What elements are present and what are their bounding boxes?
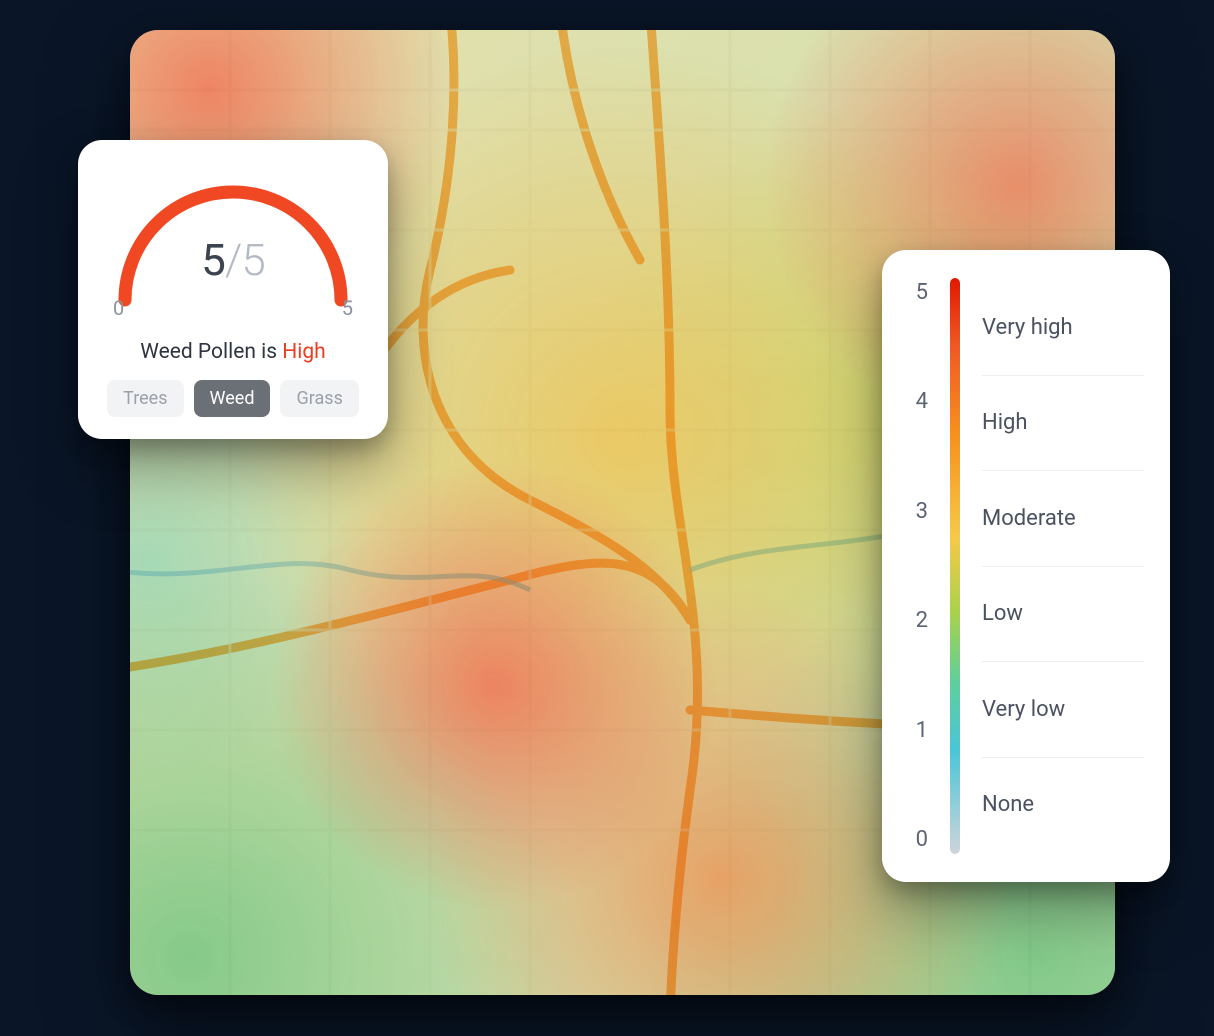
legend-labels: Very high High Moderate Low Very low Non…: [982, 274, 1144, 858]
pollen-type-tabs: Trees Weed Grass: [102, 380, 364, 417]
legend-value-4: 4: [916, 389, 928, 414]
status-level: High: [282, 340, 325, 364]
pollen-gauge-card: 5/5 0 5 Weed Pollen is High Trees Weed G…: [78, 140, 388, 439]
legend-label-low: Low: [982, 601, 1023, 626]
legend-value-2: 2: [916, 608, 928, 633]
gauge-value-number: 5: [201, 234, 225, 286]
legend-gradient-bar: [950, 278, 960, 854]
legend-card: 5 4 3 2 1 0 Very high High Moderate Low …: [882, 250, 1170, 882]
legend-numbers: 5 4 3 2 1 0: [904, 274, 928, 858]
legend-value-1: 1: [916, 718, 928, 743]
legend-label-very-low: Very low: [982, 697, 1065, 722]
gauge-scale-max: 5: [342, 296, 353, 320]
legend-label-very-high: Very high: [982, 315, 1073, 340]
status-prefix: Weed Pollen is: [140, 340, 282, 364]
legend-value-0: 0: [916, 827, 928, 852]
legend-value-5: 5: [916, 280, 928, 305]
gauge-value: 5/5: [103, 234, 363, 286]
pollen-status-text: Weed Pollen is High: [102, 340, 364, 364]
gauge-max: /5: [225, 234, 265, 286]
tab-weed[interactable]: Weed: [194, 380, 271, 417]
legend-label-moderate: Moderate: [982, 506, 1076, 531]
legend-label-none: None: [982, 792, 1034, 817]
legend-label-high: High: [982, 410, 1028, 435]
pollen-gauge: 5/5 0 5: [103, 168, 363, 318]
tab-trees[interactable]: Trees: [107, 380, 183, 417]
tab-grass[interactable]: Grass: [280, 380, 358, 417]
gauge-scale-min: 0: [113, 296, 124, 320]
legend-value-3: 3: [916, 499, 928, 524]
